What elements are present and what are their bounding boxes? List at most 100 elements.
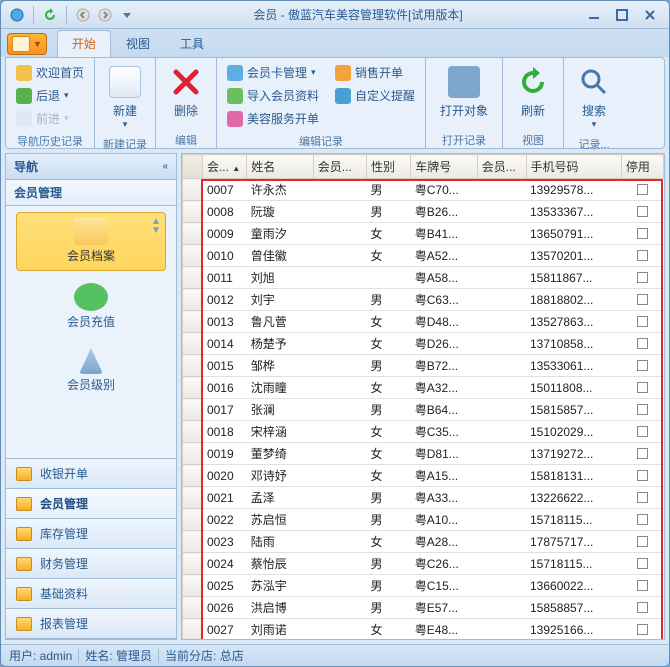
refresh-icon[interactable] xyxy=(40,5,60,25)
checkbox[interactable] xyxy=(637,382,648,393)
row-header[interactable] xyxy=(183,575,203,597)
checkbox[interactable] xyxy=(637,316,648,327)
table-row[interactable]: 0016沈雨瞳女粤A32...15011808... xyxy=(183,377,664,399)
column-header[interactable]: 性别 xyxy=(366,155,410,179)
table-row[interactable]: 0022苏启恒男粤A10...15718115... xyxy=(183,509,664,531)
forward-icon[interactable] xyxy=(95,5,115,25)
welcome-home-button[interactable]: 欢迎首页 xyxy=(12,62,88,83)
sidebar-item[interactable]: 会员管理 xyxy=(6,489,176,519)
table-row[interactable]: 0019董梦绮女粤D81...13719272... xyxy=(183,443,664,465)
column-header[interactable]: 车牌号 xyxy=(411,155,477,179)
checkbox[interactable] xyxy=(637,184,648,195)
checkbox[interactable] xyxy=(637,426,648,437)
checkbox[interactable] xyxy=(637,536,648,547)
tab-view[interactable]: 视图 xyxy=(111,30,165,57)
checkbox[interactable] xyxy=(637,272,648,283)
table-row[interactable]: 0027刘雨诺女粤E48...13925166... xyxy=(183,619,664,640)
checkbox[interactable] xyxy=(637,360,648,371)
row-header[interactable] xyxy=(183,465,203,487)
row-header[interactable] xyxy=(183,531,203,553)
row-header[interactable] xyxy=(183,289,203,311)
row-header[interactable] xyxy=(183,179,203,201)
checkbox[interactable] xyxy=(637,448,648,459)
sidebar-item[interactable]: 财务管理 xyxy=(6,549,176,579)
new-button[interactable]: 新建 ▾ xyxy=(101,62,149,132)
row-header[interactable] xyxy=(183,245,203,267)
table-row[interactable]: 0015邹桦男粤B72...13533061... xyxy=(183,355,664,377)
checkbox[interactable] xyxy=(637,492,648,503)
app-icon[interactable] xyxy=(7,5,27,25)
sale-order-button[interactable]: 销售开单 xyxy=(331,62,419,83)
card-updown[interactable]: ▲▼ xyxy=(151,217,161,235)
table-row[interactable]: 0017张澜男粤B64...15815857... xyxy=(183,399,664,421)
table-row[interactable]: 0021孟泽男粤A33...13226622... xyxy=(183,487,664,509)
checkbox[interactable] xyxy=(637,580,648,591)
checkbox[interactable] xyxy=(637,294,648,305)
row-header[interactable] xyxy=(183,201,203,223)
checkbox[interactable] xyxy=(637,558,648,569)
table-row[interactable]: 0007许永杰男粤C70...13929578... xyxy=(183,179,664,201)
delete-button[interactable]: 删除 xyxy=(162,62,210,121)
import-button[interactable]: 导入会员资料 xyxy=(223,85,323,106)
card-member-recharge[interactable]: 会员充值 xyxy=(16,279,166,336)
table-row[interactable]: 0011刘旭粤A58...15811867... xyxy=(183,267,664,289)
file-menu-button[interactable]: ▼ xyxy=(7,33,47,55)
grid-table[interactable]: 会... ▲姓名会员...性别车牌号会员...手机号码停用 0007许永杰男粤C… xyxy=(182,154,664,639)
back-button[interactable]: 后退▾ xyxy=(12,85,88,106)
minimize-button[interactable] xyxy=(581,6,607,24)
qat-dropdown-icon[interactable] xyxy=(117,5,137,25)
table-row[interactable]: 0026洪启博男粤E57...15858857... xyxy=(183,597,664,619)
row-header[interactable] xyxy=(183,421,203,443)
corner-cell[interactable] xyxy=(183,155,203,179)
card-member-level[interactable]: 会员级别 xyxy=(16,344,166,399)
checkbox[interactable] xyxy=(637,514,648,525)
row-header[interactable] xyxy=(183,597,203,619)
maximize-button[interactable] xyxy=(609,6,635,24)
checkbox[interactable] xyxy=(637,404,648,415)
card-manage-button[interactable]: 会员卡管理▾ xyxy=(223,62,323,83)
close-button[interactable] xyxy=(637,6,663,24)
checkbox[interactable] xyxy=(637,602,648,613)
column-header[interactable]: 会员... xyxy=(477,155,526,179)
column-header[interactable]: 手机号码 xyxy=(526,155,621,179)
open-object-button[interactable]: 打开对象 xyxy=(432,62,496,121)
custom-remind-button[interactable]: 自定义提醒 xyxy=(331,85,419,106)
row-header[interactable] xyxy=(183,355,203,377)
column-header[interactable]: 停用 xyxy=(621,155,663,179)
table-row[interactable]: 0009童雨汐女粤B41...13650791... xyxy=(183,223,664,245)
back-icon[interactable] xyxy=(73,5,93,25)
row-header[interactable] xyxy=(183,553,203,575)
row-header[interactable] xyxy=(183,443,203,465)
checkbox[interactable] xyxy=(637,228,648,239)
row-header[interactable] xyxy=(183,267,203,289)
column-header[interactable]: 姓名 xyxy=(247,155,313,179)
row-header[interactable] xyxy=(183,487,203,509)
row-header[interactable] xyxy=(183,619,203,640)
table-row[interactable]: 0013鲁凡菅女粤D48...13527863... xyxy=(183,311,664,333)
forward-button[interactable]: 前进▾ xyxy=(12,108,88,129)
card-member-archive[interactable]: ▲▼ 会员档案 xyxy=(16,212,166,271)
checkbox[interactable] xyxy=(637,624,648,635)
row-header[interactable] xyxy=(183,377,203,399)
table-row[interactable]: 0018宋梓涵女粤C35...15102029... xyxy=(183,421,664,443)
table-row[interactable]: 0023陆雨女粤A28...17875717... xyxy=(183,531,664,553)
row-header[interactable] xyxy=(183,399,203,421)
table-row[interactable]: 0010曾佳徽女粤A52...13570201... xyxy=(183,245,664,267)
table-row[interactable]: 0020邓诗妤女粤A15...15818131... xyxy=(183,465,664,487)
sidebar-item[interactable]: 报表管理 xyxy=(6,609,176,639)
column-header[interactable]: 会员... xyxy=(313,155,366,179)
table-row[interactable]: 0024蔡怡辰男粤C26...15718115... xyxy=(183,553,664,575)
row-header[interactable] xyxy=(183,311,203,333)
table-row[interactable]: 0025苏泓宇男粤C15...13660022... xyxy=(183,575,664,597)
checkbox[interactable] xyxy=(637,470,648,481)
sidebar-item[interactable]: 库存管理 xyxy=(6,519,176,549)
table-row[interactable]: 0008阮璇男粤B26...13533367... xyxy=(183,201,664,223)
service-order-button[interactable]: 美容服务开单 xyxy=(223,108,323,129)
collapse-icon[interactable]: « xyxy=(162,161,168,172)
row-header[interactable] xyxy=(183,223,203,245)
search-button[interactable]: 搜索 ▾ xyxy=(570,62,618,132)
column-header[interactable]: 会... ▲ xyxy=(202,155,246,179)
table-row[interactable]: 0014杨楚予女粤D26...13710858... xyxy=(183,333,664,355)
refresh-button[interactable]: 刷新 xyxy=(509,62,557,121)
checkbox[interactable] xyxy=(637,206,648,217)
